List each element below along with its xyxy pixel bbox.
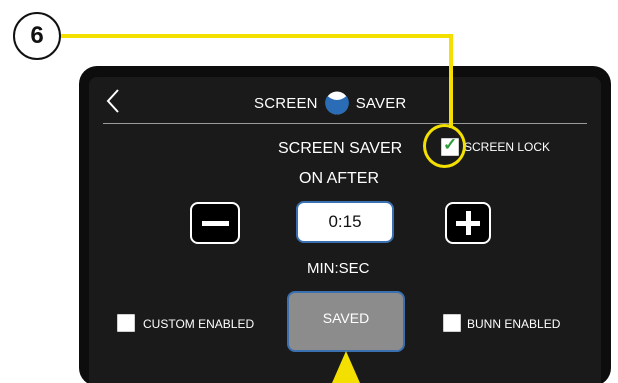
time-unit-label: MIN:SEC: [307, 260, 370, 277]
bunn-enabled-label: BUNN ENABLED: [467, 317, 561, 331]
stage: SCREEN SAVER SCREEN SAVER ON AFTER ✓ SCR…: [0, 0, 618, 383]
page-title: SCREEN SAVER: [254, 91, 406, 115]
custom-enabled-checkbox[interactable]: [117, 314, 135, 332]
saved-button[interactable]: SAVED: [287, 291, 405, 352]
on-after-label: ON AFTER: [299, 170, 380, 187]
screen-lock-label: SCREEN LOCK: [464, 140, 551, 154]
bunn-enabled-checkbox[interactable]: [443, 314, 461, 332]
page-title-right: SAVER: [355, 94, 407, 112]
time-value-field[interactable]: 0:15: [296, 201, 394, 243]
header-divider: [103, 123, 587, 124]
custom-enabled-label: CUSTOM ENABLED: [143, 317, 255, 331]
callout-number-badge: 6: [13, 12, 61, 60]
back-chevron-icon[interactable]: [103, 88, 123, 114]
brand-logo-icon: [324, 91, 349, 115]
page-title-left: SCREEN: [254, 94, 318, 112]
screen-saver-title: SCREEN SAVER: [278, 140, 403, 157]
callout-highlight-ring: [423, 124, 466, 168]
decrease-time-button[interactable]: [190, 202, 240, 244]
minus-icon: [202, 221, 229, 226]
increase-time-button[interactable]: [445, 202, 491, 244]
